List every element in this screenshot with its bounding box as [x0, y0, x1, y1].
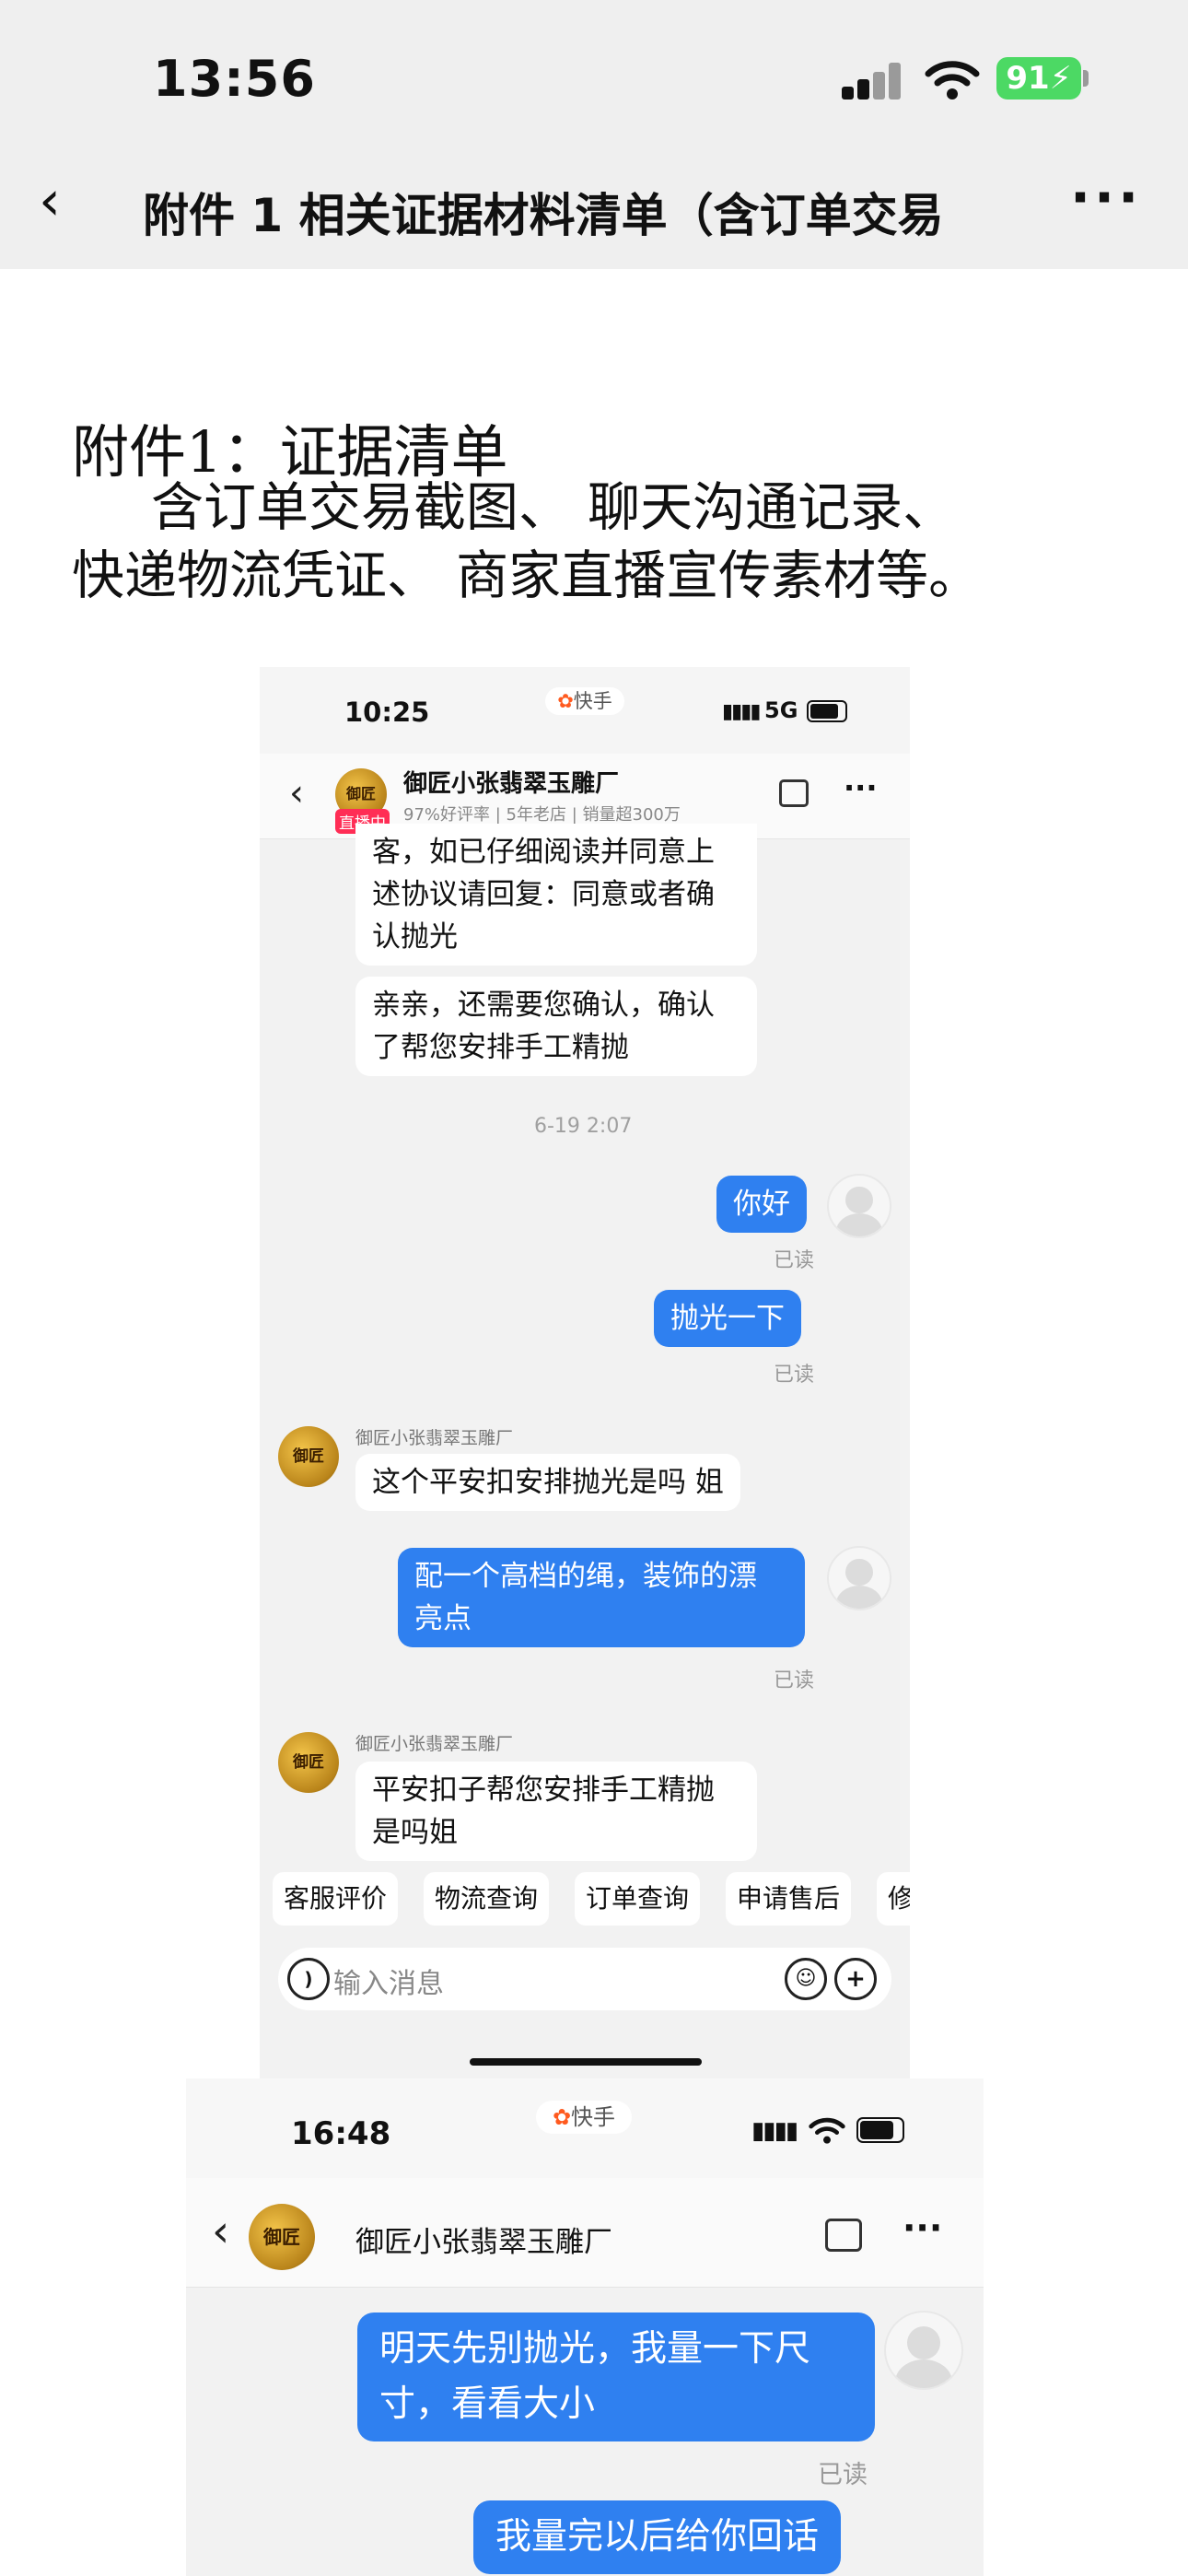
kuaishou-pill: ✿快手 — [545, 687, 624, 715]
user-avatar — [884, 2311, 963, 2390]
message-bubble-right: 明天先别抛光，我量一下尺 寸，看看大小 — [357, 2313, 875, 2441]
user-avatar — [827, 1546, 891, 1610]
voice-icon[interactable]: ) — [287, 1958, 330, 2000]
status-time: 10:25 — [344, 697, 430, 728]
shop-name[interactable]: 御匠小张翡翠玉雕厂 — [355, 2219, 612, 2260]
paragraph-line-2: 快递物流凭证、 商家直播宣传素材等。 — [72, 545, 982, 606]
message-line: 述协议请回复：同意或者确 — [372, 878, 715, 911]
back-chevron-icon[interactable]: ‹ — [212, 2206, 229, 2257]
message-bubble-right: 你好 — [716, 1176, 807, 1233]
emoji-icon[interactable]: ☺ — [785, 1958, 827, 2000]
more-options-icon[interactable]: ··· — [903, 2207, 942, 2248]
store-icon[interactable] — [825, 2219, 862, 2252]
battery-level: 91 — [1006, 60, 1050, 97]
status-bar: 10:25 ✿快手 ▮▮▮▮ 5G — [260, 667, 910, 754]
battery-icon — [856, 2117, 904, 2143]
paragraph-line-1: 含订单交易截图、 聊天沟通记录、 — [151, 477, 956, 538]
back-chevron-icon[interactable]: ‹ — [39, 173, 61, 228]
document-paragraph: 含订单交易截图、 聊天沟通记录、 快递物流凭证、 商家直播宣传素材等。 — [72, 470, 1149, 610]
message-timestamp: 6-19 2:07 — [534, 1115, 633, 1138]
message-line: 是吗姐 — [372, 1816, 458, 1849]
read-receipt: 已读 — [774, 1669, 815, 1692]
read-receipt: 已读 — [774, 1364, 815, 1387]
read-receipt: 已读 — [774, 1249, 815, 1272]
plus-icon[interactable]: + — [834, 1958, 877, 2000]
back-chevron-icon[interactable]: ‹ — [289, 772, 304, 814]
more-options-icon[interactable]: ··· — [1070, 166, 1142, 228]
message-bubble-right: 抛光一下 — [654, 1290, 801, 1347]
message-line: 认抛光 — [372, 920, 458, 954]
message-line: 配一个高档的绳，装饰的漂 — [414, 1560, 757, 1593]
quick-reply-chip[interactable]: 修 — [877, 1872, 910, 1926]
chat-screenshot-1: 10:25 ✿快手 ▮▮▮▮ 5G ‹ 御匠 直播中 御匠小张翡翠玉雕厂 97%… — [260, 667, 910, 2078]
shop-avatar[interactable]: 御匠 — [278, 1426, 339, 1487]
more-options-icon[interactable]: ··· — [844, 770, 877, 805]
quick-reply-chip[interactable]: 客服评价 — [273, 1872, 399, 1926]
shop-rating: 97%好评率 — [403, 805, 491, 825]
quick-reply-chip[interactable]: 物流查询 — [424, 1872, 550, 1926]
shop-name[interactable]: 御匠小张翡翠玉雕厂 — [403, 765, 619, 799]
kuaishou-pill: ✿快手 — [536, 2101, 632, 2134]
read-receipt: 已读 — [818, 2461, 868, 2489]
shop-meta: 97%好评率 | 5年老店 | 销量超300万 — [403, 805, 681, 825]
sender-name: 御匠小张翡翠玉雕厂 — [355, 1734, 514, 1754]
shop-avatar[interactable]: 御匠 — [249, 2204, 315, 2270]
message-line: 客，如已仔细阅读并同意上 — [372, 836, 715, 869]
status-bar: 16:48 ✿快手 ▮▮▮▮ — [186, 2078, 984, 2178]
shop-age: 5年老店 — [506, 805, 566, 825]
chat-header: ‹ 御匠 御匠小张翡翠玉雕厂 ··· — [186, 2178, 984, 2288]
message-line: 平安扣子帮您安排手工精抛 — [372, 1774, 715, 1807]
app-pill-label: 快手 — [573, 690, 612, 712]
page-title: 附件 1 相关证据材料清单（含订单交易 — [143, 189, 944, 242]
chat-screenshot-2: 16:48 ✿快手 ▮▮▮▮ ‹ 御匠 御匠小张翡翠玉雕厂 ··· 明天先别抛光… — [186, 2078, 984, 2576]
cellular-signal-icon — [842, 63, 903, 100]
message-bubble-right: 我量完以后给你回话 — [473, 2500, 842, 2574]
top-bar: 13:56 91⚡ ‹ 附件 1 相关证据材料清单（含订单交易 ··· — [0, 0, 1188, 269]
home-indicator — [470, 2058, 702, 2066]
shop-avatar[interactable]: 御匠 — [278, 1732, 339, 1793]
cellular-signal-icon: ▮▮▮▮ — [722, 700, 761, 723]
network-label: 5G — [764, 697, 798, 723]
message-line: 亮点 — [414, 1602, 472, 1635]
battery-cap — [1083, 70, 1089, 87]
message-line: 亲亲，还需要您确认，确认 — [372, 989, 715, 1022]
message-bubble-left: 平安扣子帮您安排手工精抛 是吗姐 — [355, 1762, 757, 1861]
message-bubble-right: 配一个高档的绳，装饰的漂 亮点 — [398, 1548, 805, 1647]
message-bubble-left: 亲亲，还需要您确认，确认 了帮您安排手工精抛 — [355, 977, 757, 1076]
cellular-signal-icon: ▮▮▮▮ — [751, 2117, 798, 2145]
message-line: 明天先别抛光，我量一下尺 — [379, 2328, 811, 2370]
battery-icon — [807, 700, 847, 722]
message-input-bar[interactable]: ) 输入消息 ☺ + — [278, 1948, 891, 2010]
message-bubble-left: 客，如已仔细阅读并同意上 述协议请回复：同意或者确 认抛光 — [355, 824, 757, 966]
shop-sales: 销量超300万 — [582, 805, 681, 825]
battery-icon: 91⚡ — [996, 57, 1081, 100]
message-line: 了帮您安排手工精抛 — [372, 1031, 629, 1064]
sender-name: 御匠小张翡翠玉雕厂 — [355, 1428, 514, 1448]
message-bubble-left: 这个平安扣安排抛光是吗 姐 — [355, 1454, 740, 1511]
app-pill-label: 快手 — [571, 2104, 616, 2130]
status-time: 16:48 — [291, 2115, 391, 2152]
status-time: 13:56 — [153, 50, 316, 108]
quick-reply-row: 客服评价 物流查询 订单查询 申请售后 修 — [260, 1872, 910, 1929]
wifi-icon — [809, 2117, 845, 2144]
message-line: 寸，看看大小 — [379, 2383, 596, 2425]
message-input[interactable]: 输入消息 — [333, 1961, 444, 2001]
user-avatar — [827, 1174, 891, 1238]
store-icon[interactable] — [779, 779, 809, 807]
wifi-icon — [925, 61, 980, 100]
quick-reply-chip[interactable]: 申请售后 — [726, 1872, 852, 1926]
quick-reply-chip[interactable]: 订单查询 — [575, 1872, 701, 1926]
